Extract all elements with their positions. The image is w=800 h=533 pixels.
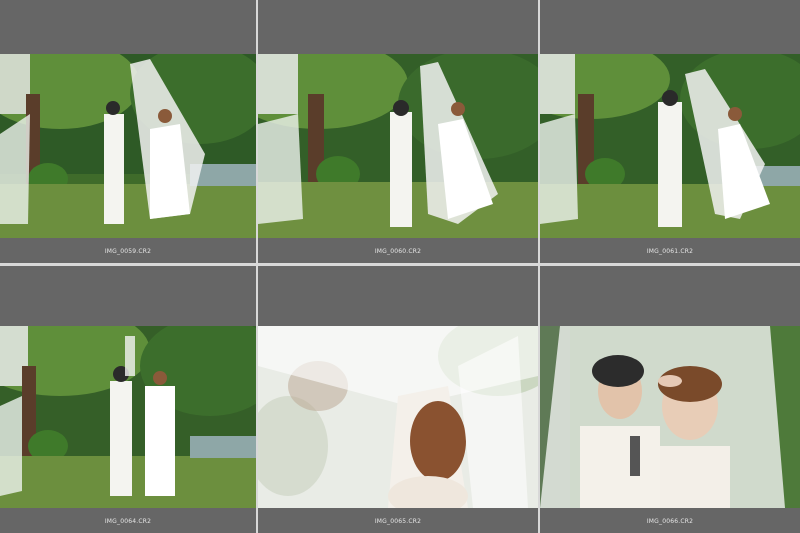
thumbnail-photo[interactable] [0,54,256,238]
thumbnail-photo[interactable] [540,54,800,238]
filename-label: IMG_0064.CR2 [104,518,152,525]
thumbnail-grid: IMG_0059.CR2 IMG_0060.CR2 IMG_0061.CR2 I… [0,0,800,533]
thumbnail-photo[interactable] [258,54,538,238]
thumbnail-cell[interactable]: IMG_0059.CR2 [0,0,256,263]
thumbnail-cell[interactable]: IMG_0064.CR2 [0,266,256,533]
thumbnail-cell[interactable]: IMG_0060.CR2 [258,0,538,263]
filename-label: IMG_0065.CR2 [374,518,422,525]
filename-label: IMG_0066.CR2 [646,518,694,525]
thumbnail-photo[interactable] [540,326,800,508]
filename-label: IMG_0061.CR2 [646,248,694,255]
thumbnail-cell[interactable]: IMG_0065.CR2 [258,266,538,533]
filename-label: IMG_0059.CR2 [104,248,152,255]
thumbnail-photo[interactable] [0,326,256,508]
thumbnail-cell[interactable]: IMG_0066.CR2 [540,266,800,533]
thumbnail-photo[interactable] [258,326,538,508]
thumbnail-cell[interactable]: IMG_0061.CR2 [540,0,800,263]
filename-label: IMG_0060.CR2 [374,248,422,255]
